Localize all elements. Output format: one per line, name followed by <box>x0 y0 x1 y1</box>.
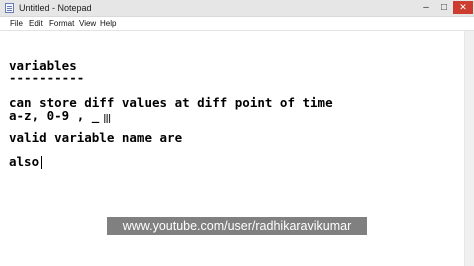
close-button[interactable]: ✕ <box>453 1 473 14</box>
menu-edit[interactable]: Edit <box>29 17 43 30</box>
editor-line: ---------- <box>9 70 85 85</box>
menu-bar: File Edit Format View Help <box>0 17 474 31</box>
menu-view[interactable]: View <box>79 17 96 30</box>
editor-line: a-z, 0-9 , _ <box>9 108 100 123</box>
notepad-window: Untitled - Notepad – □ ✕ File Edit Forma… <box>0 0 474 266</box>
menu-format[interactable]: Format <box>49 17 74 30</box>
maximize-icon: □ <box>440 2 448 13</box>
text-caret <box>41 156 42 169</box>
ibeam-cursor-icon: Ⅲ <box>103 112 112 126</box>
title-bar[interactable]: Untitled - Notepad – □ ✕ <box>0 0 474 17</box>
editor-line: valid variable name are <box>9 130 183 145</box>
minimize-button[interactable]: – <box>418 1 434 14</box>
menu-file[interactable]: File <box>10 17 23 30</box>
notepad-app-icon[interactable] <box>5 3 14 13</box>
maximize-button[interactable]: □ <box>436 1 452 14</box>
window-title: Untitled - Notepad <box>19 3 92 13</box>
editor-line: also <box>9 154 40 169</box>
close-icon: ✕ <box>459 2 467 12</box>
menu-help[interactable]: Help <box>100 17 116 30</box>
channel-watermark: www.youtube.com/user/radhikaravikumar <box>107 217 367 235</box>
vertical-scrollbar[interactable] <box>464 31 474 266</box>
minimize-icon: – <box>423 2 429 13</box>
